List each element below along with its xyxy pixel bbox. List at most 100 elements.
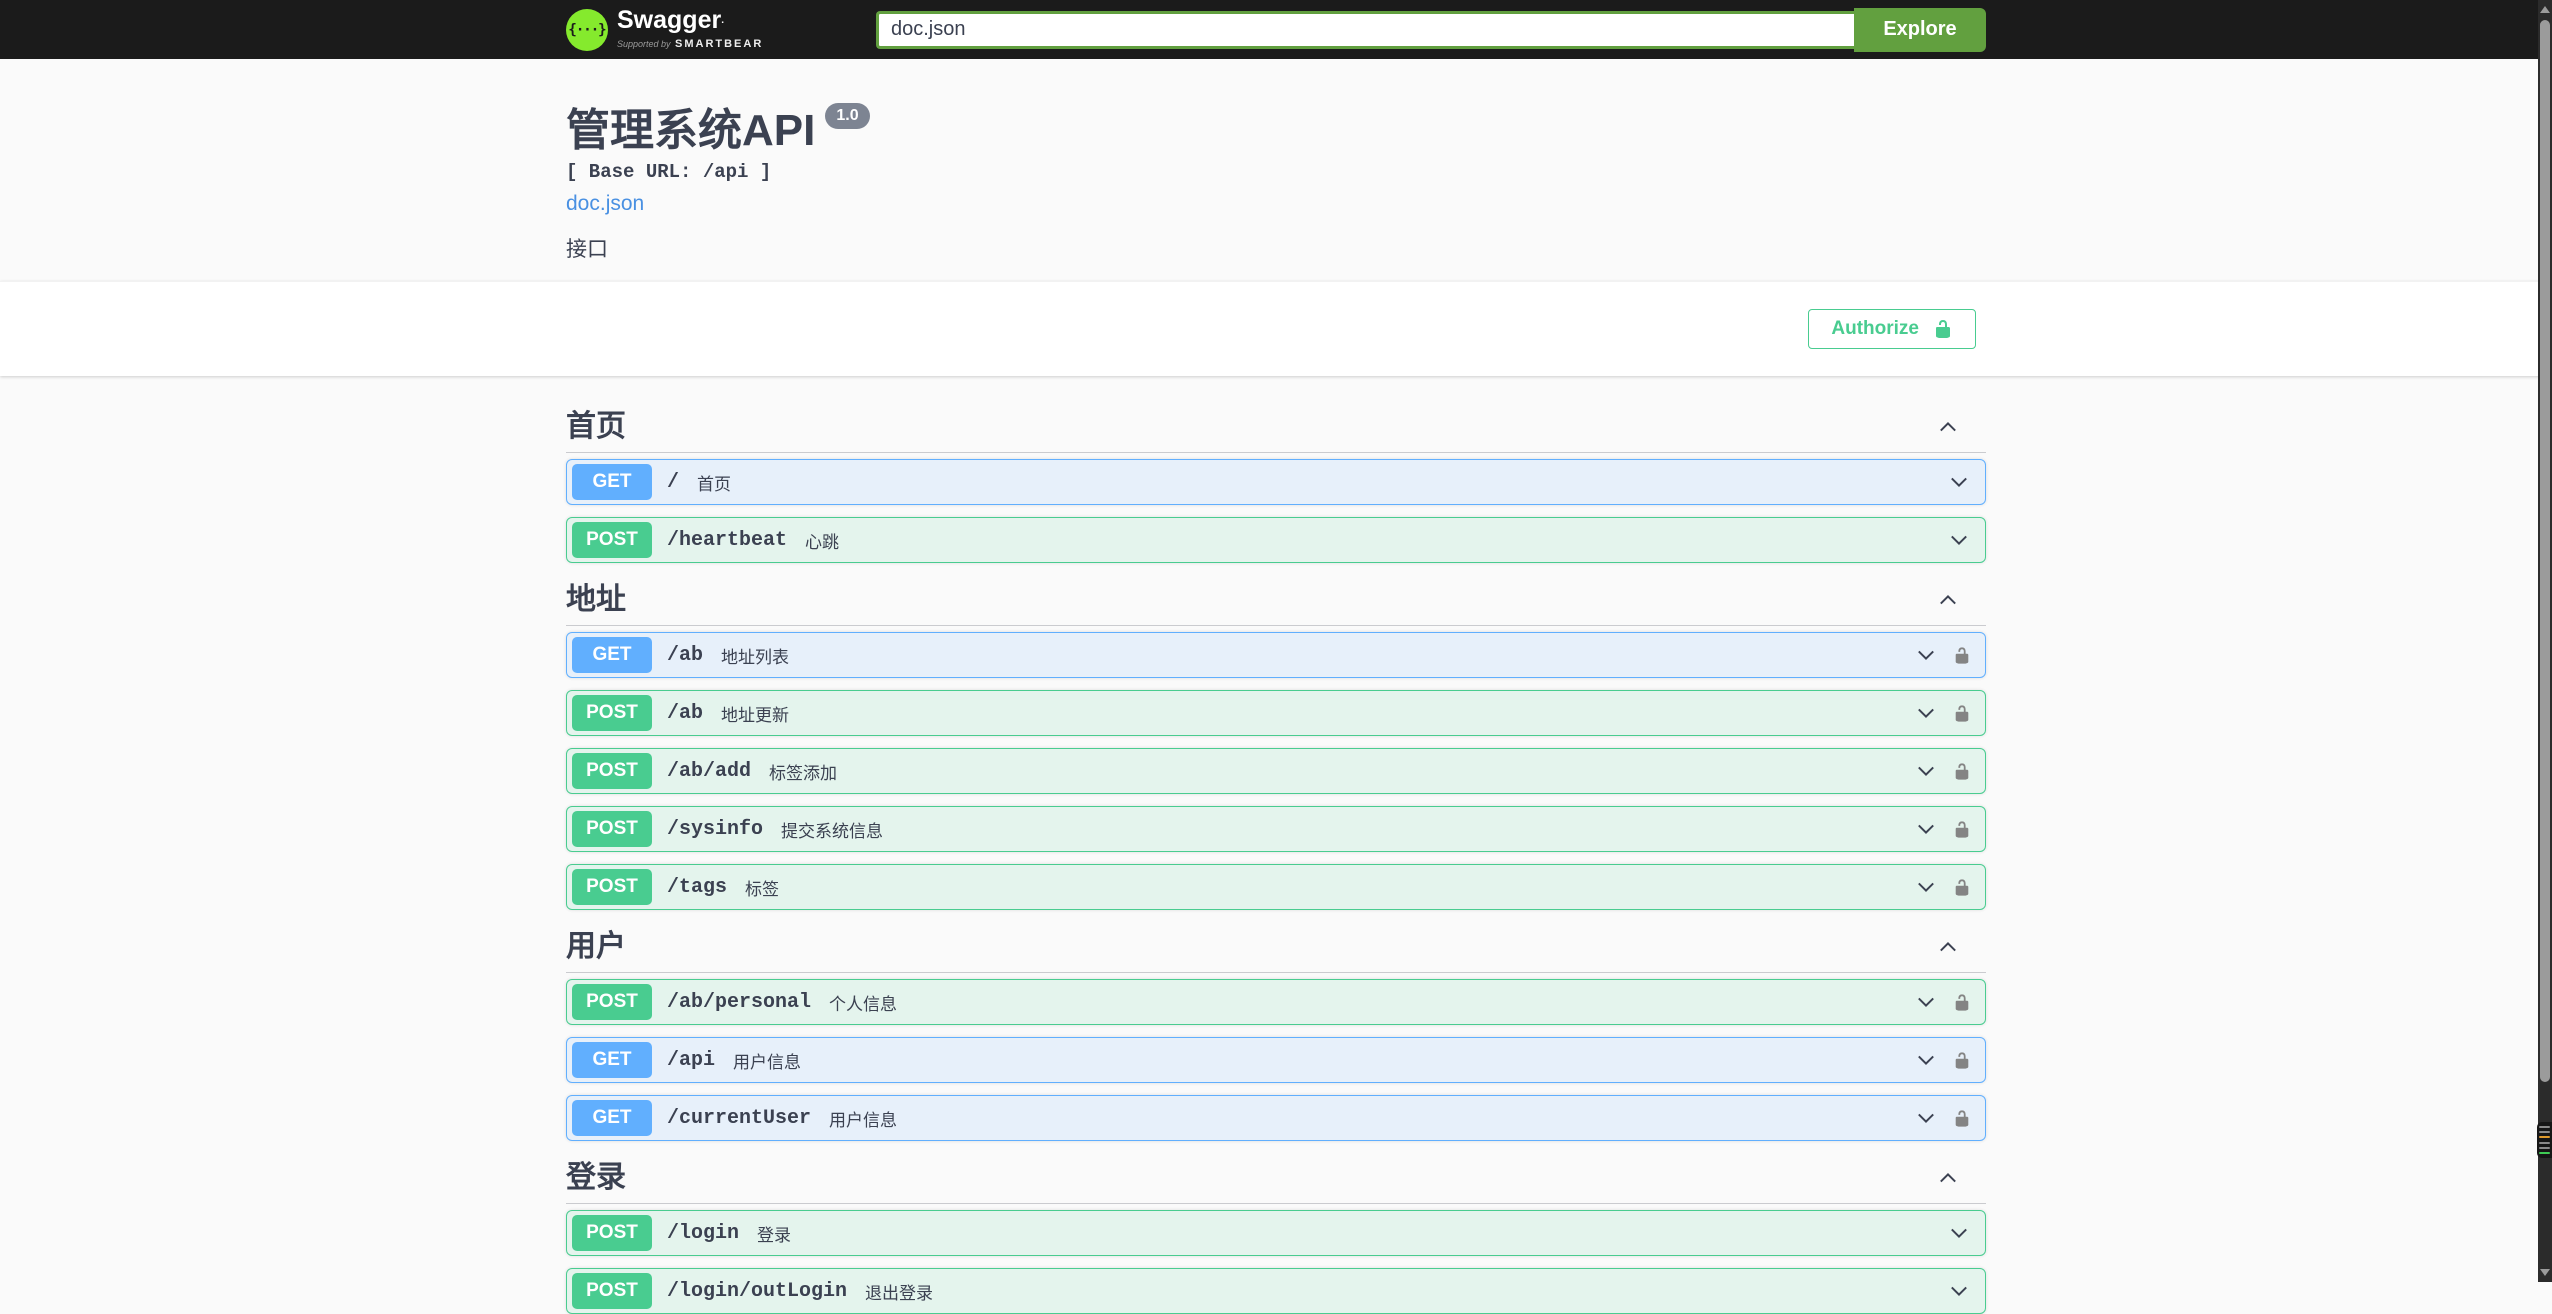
expand-operation-button[interactable] (1914, 1106, 1938, 1130)
explore-button[interactable]: Explore (1854, 7, 1986, 52)
endpoint-path: /ab (667, 643, 704, 667)
spec-url-form: Explore (876, 7, 1986, 52)
expand-operation-button[interactable] (1914, 990, 1938, 1014)
padlock-button[interactable] (1953, 703, 1971, 724)
chevron-up-icon[interactable] (1936, 935, 1960, 959)
endpoint-description: 个人信息 (829, 994, 898, 1014)
authorize-button[interactable]: Authorize (1808, 309, 1976, 349)
logo-supported-by-label: Supported by (617, 38, 671, 49)
endpoint-description: 首页 (697, 474, 732, 494)
endpoint-description: 地址列表 (721, 647, 790, 667)
endpoint-row[interactable]: POST /ab/personal 个人信息 (566, 979, 1986, 1025)
padlock-button[interactable] (1953, 992, 1971, 1013)
endpoint-path: /ab/personal (667, 990, 812, 1014)
endpoint-description: 标签 (745, 879, 780, 899)
endpoint-row[interactable]: GET /ab 地址列表 (566, 632, 1986, 678)
unlocked-padlock-icon (1955, 704, 1969, 722)
chevron-up-icon[interactable] (1936, 415, 1960, 439)
authorize-label: Authorize (1831, 318, 1919, 339)
spec-url-input[interactable] (876, 10, 1854, 49)
info-section: 管理系统API 1.0 [ Base URL: /api ] doc.json 接… (0, 59, 2552, 281)
section-header[interactable]: 地址 (566, 575, 1986, 626)
method-badge: POST (572, 811, 652, 847)
swagger-logo-icon: {···} (566, 8, 608, 51)
chevron-down-icon (1918, 1055, 1934, 1065)
api-sections: 首页 GET / 首页 POST /heartbeat 心跳 地址 GET /a… (566, 376, 1986, 1314)
endpoint-row[interactable]: POST /ab/add 标签添加 (566, 748, 1986, 794)
unlocked-padlock-icon (1955, 762, 1969, 780)
method-badge: POST (572, 753, 652, 789)
endpoint-description: 登录 (757, 1225, 792, 1245)
spec-link[interactable]: doc.json (566, 191, 644, 217)
method-badge: POST (572, 522, 652, 558)
section-title: 登录 (566, 1161, 626, 1194)
unlocked-padlock-icon (1955, 1109, 1969, 1127)
logo-wordmark: Swagger (617, 5, 722, 34)
endpoint-row[interactable]: POST /tags 标签 (566, 864, 1986, 910)
method-badge: POST (572, 695, 652, 731)
endpoint-row[interactable]: POST /login/outLogin 退出登录 (566, 1268, 1986, 1314)
expand-operation-button[interactable] (1914, 817, 1938, 841)
chevron-down-icon (1918, 997, 1934, 1007)
section-title: 地址 (566, 583, 626, 616)
endpoint-row[interactable]: POST /ab 地址更新 (566, 690, 1986, 736)
padlock-button[interactable] (1953, 819, 1971, 840)
unlocked-padlock-icon (1955, 820, 1969, 838)
padlock-button[interactable] (1953, 877, 1971, 898)
version-badge: 1.0 (825, 103, 870, 129)
section-rows: GET /ab 地址列表 POST /ab 地址更新 POST /ab/add … (566, 626, 1986, 910)
expand-operation-button[interactable] (1947, 470, 1971, 494)
section-header[interactable]: 登录 (566, 1153, 1986, 1204)
expand-operation-button[interactable] (1947, 1279, 1971, 1303)
padlock-button[interactable] (1953, 1108, 1971, 1129)
endpoint-path: /api (667, 1048, 716, 1072)
method-badge: GET (572, 637, 652, 673)
expand-operation-button[interactable] (1914, 759, 1938, 783)
expand-operation-button[interactable] (1947, 528, 1971, 552)
section-header[interactable]: 用户 (566, 922, 1986, 973)
endpoint-row[interactable]: GET / 首页 (566, 459, 1986, 505)
unlocked-padlock-icon (1955, 1051, 1969, 1069)
chevron-up-icon[interactable] (1936, 588, 1960, 612)
endpoint-row[interactable]: POST /sysinfo 提交系统信息 (566, 806, 1986, 852)
swagger-logo-glyph: {···} (568, 21, 606, 38)
scrollbar-thumb[interactable] (2540, 20, 2550, 1082)
endpoint-path: /ab (667, 701, 704, 725)
expand-operation-button[interactable] (1947, 1221, 1971, 1245)
api-title: 管理系统API 1.0 (566, 103, 1986, 155)
padlock-button[interactable] (1953, 761, 1971, 782)
expand-operation-button[interactable] (1914, 875, 1938, 899)
scrollbar[interactable] (2537, 0, 2552, 1282)
endpoint-description: 提交系统信息 (781, 821, 884, 841)
endpoint-row[interactable]: POST /login 登录 (566, 1210, 1986, 1256)
method-badge: POST (572, 1273, 652, 1309)
endpoint-row[interactable]: POST /heartbeat 心跳 (566, 517, 1986, 563)
scroll-down-arrow-icon[interactable] (2540, 1269, 2550, 1276)
section-title: 用户 (566, 930, 626, 963)
tag-section: 首页 GET / 首页 POST /heartbeat 心跳 (566, 402, 1986, 563)
scroll-up-arrow-icon[interactable] (2540, 6, 2550, 13)
section-rows: POST /ab/personal 个人信息 GET /api 用户信息 GET… (566, 973, 1986, 1141)
chevron-down-icon (1918, 1113, 1934, 1123)
api-description: 接口 (566, 238, 608, 261)
tag-section: 登录 POST /login 登录 POST /login/outLogin 退… (566, 1153, 1986, 1314)
endpoint-row[interactable]: GET /currentUser 用户信息 (566, 1095, 1986, 1141)
swagger-logo[interactable]: {···} Swagger. Supported by SMARTBEAR (566, 5, 763, 52)
expand-operation-button[interactable] (1914, 701, 1938, 725)
topbar: {···} Swagger. Supported by SMARTBEAR Ex… (0, 0, 2552, 59)
section-header[interactable]: 首页 (566, 402, 1986, 453)
endpoint-description: 标签添加 (769, 763, 838, 783)
method-badge: POST (572, 869, 652, 905)
section-title: 首页 (566, 410, 626, 443)
padlock-button[interactable] (1953, 645, 1971, 666)
expand-operation-button[interactable] (1914, 1048, 1938, 1072)
endpoint-description: 地址更新 (721, 705, 790, 725)
expand-operation-button[interactable] (1914, 643, 1938, 667)
chevron-down-icon (1951, 1228, 1967, 1238)
chevron-up-icon[interactable] (1936, 1166, 1960, 1190)
api-title-text: 管理系统API (566, 106, 816, 155)
endpoint-row[interactable]: GET /api 用户信息 (566, 1037, 1986, 1083)
base-url-label: [ Base URL: /api ] (566, 161, 772, 183)
endpoint-description: 退出登录 (865, 1283, 934, 1303)
padlock-button[interactable] (1953, 1050, 1971, 1071)
